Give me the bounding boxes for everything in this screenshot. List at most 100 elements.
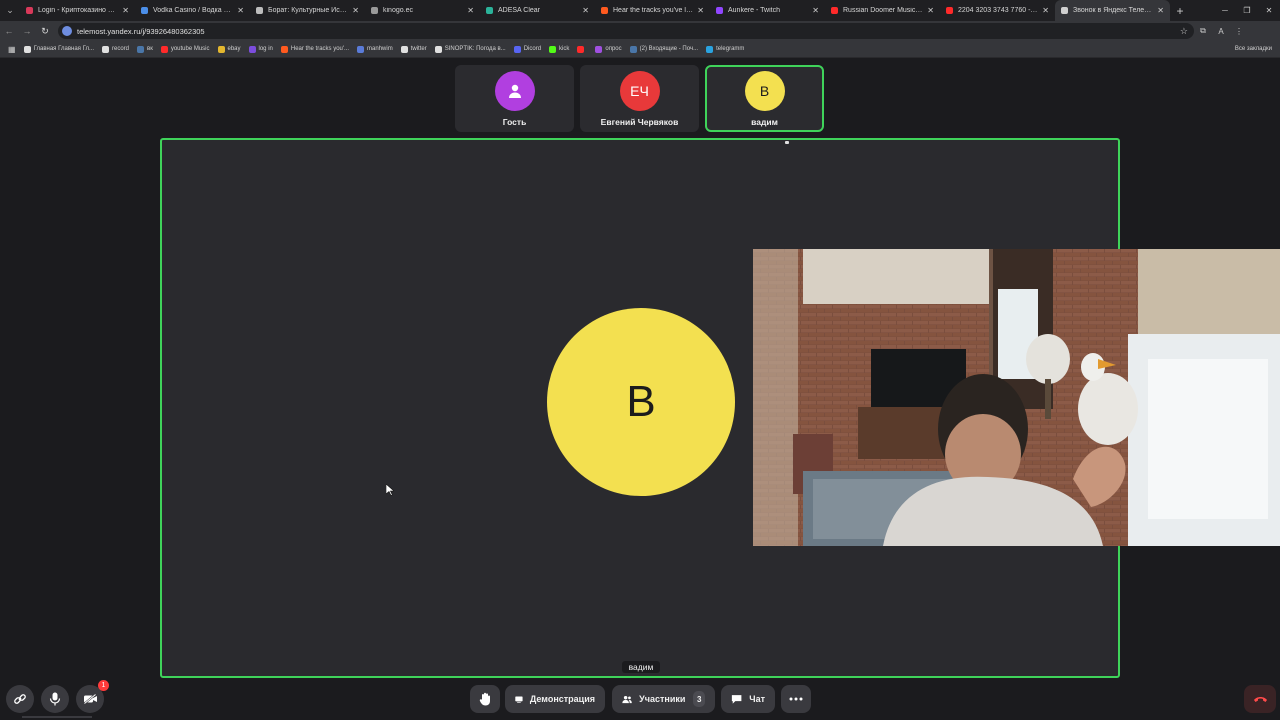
bookmark-item[interactable]: Dicord <box>513 45 541 53</box>
bookmark-item[interactable]: Главная Главная Гл... <box>23 45 94 53</box>
participant-tile-evgeny[interactable]: ЕЧ Евгений Червяков <box>580 65 699 132</box>
browser-tab[interactable]: Vodka Casino / Водка Казино ✕ <box>135 0 250 21</box>
mouse-cursor-icon <box>386 484 394 496</box>
participant-tile-guest[interactable]: Гость <box>455 65 574 132</box>
bookmark-favicon-icon <box>357 45 365 53</box>
participant-name: вадим <box>751 117 778 127</box>
raise-hand-button[interactable] <box>470 685 500 713</box>
evgeny-avatar: ЕЧ <box>619 71 660 111</box>
tab-title: Hear the tracks you've liked: on <box>613 7 693 14</box>
tab-favicon-icon <box>716 7 723 14</box>
tab-title: Vodka Casino / Водка Казино <box>153 7 233 14</box>
browser-tab[interactable]: Login - Криптоказино онлайн ✕ <box>20 0 135 21</box>
telemost-call-page: Гость ЕЧ Евгений Червяков В вадим В вади… <box>0 59 1280 720</box>
bookmark-item[interactable]: (2) Входящие - Поч... <box>629 45 699 53</box>
bookmark-item[interactable]: опрос <box>595 45 622 53</box>
reload-icon[interactable]: ↻ <box>36 26 54 37</box>
bookmark-item[interactable]: ebay <box>217 45 241 53</box>
browser-tab[interactable]: Aunkere - Twitch ✕ <box>710 0 825 21</box>
bookmark-item[interactable]: record <box>101 45 129 53</box>
tab-close-icon[interactable]: ✕ <box>812 6 819 15</box>
address-bar[interactable]: telemost.yandex.ru/j/93926480362305 ☆ <box>58 23 1194 39</box>
tab-close-icon[interactable]: ✕ <box>467 6 474 15</box>
stage-drag-handle[interactable] <box>785 141 789 144</box>
camera-off-icon <box>82 693 97 705</box>
bookmark-item[interactable]: Hear the tracks you'... <box>280 45 349 53</box>
tab-close-icon[interactable]: ✕ <box>1042 6 1049 15</box>
browser-tab[interactable]: Hear the tracks you've liked: on ✕ <box>595 0 710 21</box>
microphone-button[interactable] <box>41 685 69 713</box>
chat-button[interactable]: Чат <box>721 685 775 713</box>
microphone-icon <box>49 692 61 706</box>
maximize-icon[interactable]: ❐ <box>1236 0 1258 21</box>
bookmark-favicon-icon <box>160 45 168 53</box>
tab-close-icon[interactable]: ✕ <box>237 6 244 15</box>
tab-title: 2204 3203 3743 7760 - YouTube <box>958 7 1038 14</box>
tab-close-icon[interactable]: ✕ <box>1157 6 1164 15</box>
tab-title: Звонок в Яндекс Телемост <box>1073 7 1154 14</box>
bookmark-item[interactable]: youtube Music <box>160 45 210 53</box>
bookmark-item[interactable]: kick <box>549 45 569 53</box>
screen-share-button[interactable]: Демонстрация <box>505 685 605 713</box>
tab-close-icon[interactable]: ✕ <box>582 6 589 15</box>
bookmark-favicon-icon <box>513 45 521 53</box>
screen-share-icon <box>515 695 523 703</box>
copy-link-button[interactable] <box>6 685 34 713</box>
minimize-icon[interactable]: ─ <box>1214 0 1236 21</box>
tab-title: Борат: Культурные Исследования <box>268 7 348 14</box>
browser-tab[interactable]: Звонок в Яндекс Телемост ✕ <box>1055 0 1170 21</box>
site-info-icon[interactable] <box>62 26 72 36</box>
tab-title: Russian Doomer Music (Summer <box>843 7 923 14</box>
menu-icon[interactable]: ⋮ <box>1230 27 1248 36</box>
browser-tab[interactable]: ADESA Clear ✕ <box>480 0 595 21</box>
bookmark-item[interactable]: SINOPTIK: Погода в... <box>434 45 506 53</box>
new-tab-button[interactable]: + <box>1170 0 1190 21</box>
forward-icon[interactable]: → <box>18 26 36 36</box>
profile-icon[interactable]: A <box>1212 27 1230 36</box>
bookmark-label: manhwim <box>367 46 393 52</box>
tab-close-icon[interactable]: ✕ <box>352 6 359 15</box>
bookmarks-bar: ▦ Главная Главная Гл... record вк youtube M… <box>0 41 1280 58</box>
bookmark-item[interactable]: log in <box>248 45 273 53</box>
guest-avatar <box>494 71 535 111</box>
participant-tile-vadim[interactable]: В вадим <box>705 65 824 132</box>
tab-search-icon[interactable]: ⌄ <box>0 0 20 21</box>
bookmark-favicon-icon <box>629 45 637 53</box>
browser-tab[interactable]: 2204 3203 3743 7760 - YouTube ✕ <box>940 0 1055 21</box>
close-window-icon[interactable]: ✕ <box>1258 0 1280 21</box>
more-dots-icon <box>789 697 803 701</box>
more-options-button[interactable] <box>781 685 811 713</box>
browser-tab[interactable]: Борат: Культурные Исследования ✕ <box>250 0 365 21</box>
bookmark-item[interactable]: telegramm <box>706 45 744 53</box>
browser-tab[interactable]: Russian Doomer Music (Summer ✕ <box>825 0 940 21</box>
camera-button[interactable]: 1 <box>76 680 109 713</box>
address-bar-row: ← → ↻ telemost.yandex.ru/j/9392648036230… <box>0 21 1280 41</box>
bookmark-favicon-icon <box>248 45 256 53</box>
bookmark-label: Главная Главная Гл... <box>33 46 94 52</box>
bookmark-item[interactable]: вк <box>137 45 153 53</box>
extensions-icon[interactable]: ⧉ <box>1194 26 1212 36</box>
tab-favicon-icon <box>946 7 953 14</box>
back-icon[interactable]: ← <box>0 26 18 36</box>
bookmark-favicon-icon <box>101 45 109 53</box>
url-text[interactable]: telemost.yandex.ru/j/93926480362305 <box>77 27 205 36</box>
bookmark-label: log in <box>258 46 273 52</box>
tab-close-icon[interactable]: ✕ <box>122 6 129 15</box>
bookmark-star-icon[interactable]: ☆ <box>1180 26 1188 37</box>
bookmark-favicon-icon <box>280 45 288 53</box>
participant-name: Евгений Червяков <box>600 117 679 127</box>
bookmark-favicon-icon <box>577 45 585 53</box>
all-bookmarks-button[interactable]: Все закладки <box>1235 46 1272 52</box>
tab-close-icon[interactable]: ✕ <box>697 6 704 15</box>
apps-grid-icon[interactable]: ▦ <box>8 45 16 54</box>
bookmark-label: (2) Входящие - Поч... <box>639 46 699 52</box>
bookmark-item[interactable]: twitter <box>400 45 427 53</box>
participants-button[interactable]: Участники 3 <box>612 685 715 713</box>
tab-close-icon[interactable]: ✕ <box>927 6 934 15</box>
browser-tab[interactable]: kinogo.ec ✕ <box>365 0 480 21</box>
end-call-button[interactable] <box>1244 685 1276 713</box>
bookmark-item[interactable] <box>577 45 587 53</box>
self-camera-view[interactable] <box>753 249 1280 546</box>
bookmark-item[interactable]: manhwim <box>357 45 393 53</box>
bookmark-favicon-icon <box>595 45 603 53</box>
